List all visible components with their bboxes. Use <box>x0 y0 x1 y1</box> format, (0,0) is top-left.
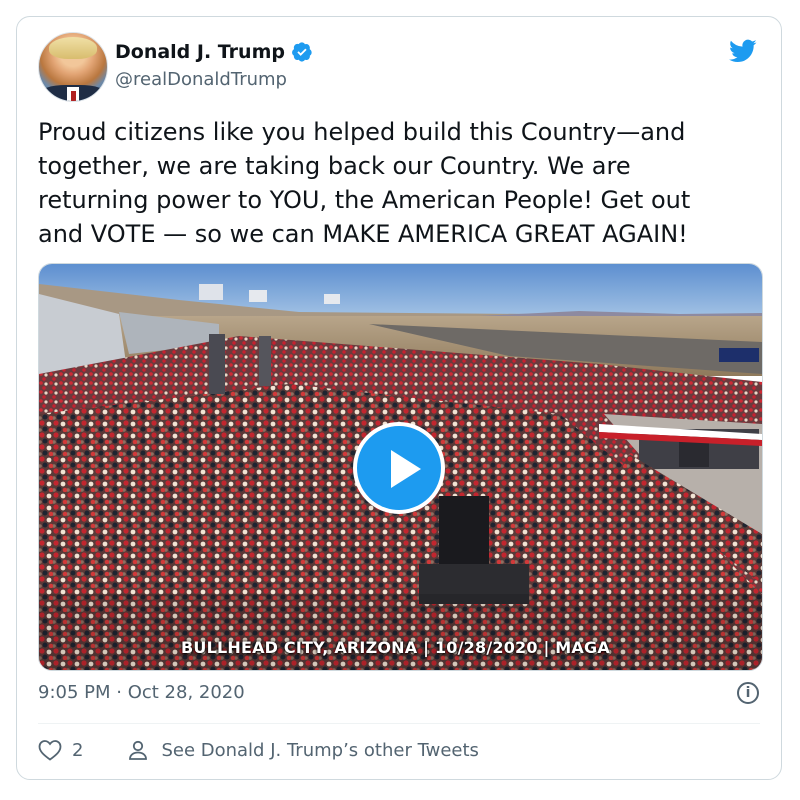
verified-badge-icon <box>292 42 312 62</box>
like-button[interactable]: 2 <box>38 739 83 761</box>
tweet-timestamp[interactable]: 9:05 PM · Oct 28, 2020 <box>38 682 245 703</box>
tweet-actions: 2 See Donald J. Trump’s other Tweets <box>38 739 479 761</box>
heart-icon <box>38 740 62 761</box>
play-icon <box>391 450 421 488</box>
author-avatar[interactable] <box>38 32 108 102</box>
like-count: 2 <box>72 739 84 761</box>
video-caption: BULLHEAD CITY, ARIZONA | 10/28/2020 | MA… <box>181 638 610 657</box>
tweet-text: Proud citizens like you helped build thi… <box>38 118 691 248</box>
author-name-row[interactable]: Donald J. Trump <box>115 41 313 63</box>
see-other-tweets-link[interactable]: See Donald J. Trump’s other Tweets <box>127 739 479 761</box>
avatar-tie <box>71 91 76 101</box>
twitter-bird-icon[interactable] <box>727 37 759 65</box>
info-icon[interactable]: i <box>737 682 759 704</box>
play-video-button[interactable] <box>353 422 445 514</box>
avatar-hair <box>49 37 97 59</box>
see-other-tweets-label: See Donald J. Trump’s other Tweets <box>161 739 479 761</box>
person-icon <box>129 740 148 760</box>
author-handle[interactable]: @realDonaldTrump <box>115 69 287 90</box>
tweet-card[interactable]: Donald J. Trump @realDonaldTrump Proud c… <box>16 16 782 780</box>
video-media[interactable]: BULLHEAD CITY, ARIZONA | 10/28/2020 | MA… <box>38 263 763 671</box>
author-display-name[interactable]: Donald J. Trump <box>115 41 285 63</box>
actions-divider <box>38 723 760 724</box>
